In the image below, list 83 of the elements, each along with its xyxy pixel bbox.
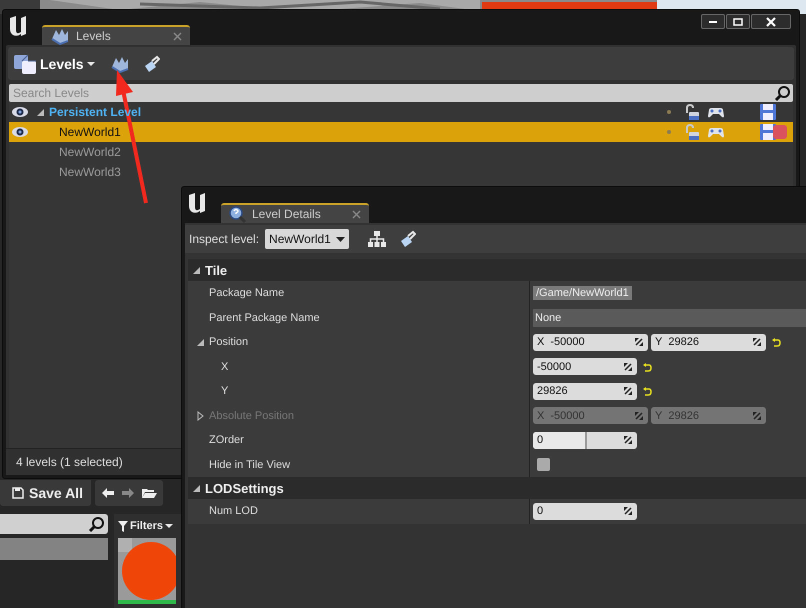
reset-arrow-icon[interactable] — [642, 362, 652, 372]
property-label: Absolute Position — [209, 410, 294, 422]
collapse-triangle-icon[interactable] — [196, 338, 205, 347]
close-icon — [766, 16, 776, 26]
property-label: ZOrder — [209, 434, 244, 446]
resize-handle-icon[interactable] — [623, 386, 633, 396]
number-field: Y 29826 — [651, 407, 766, 424]
level-row[interactable]: NewWorld1 — [9, 122, 793, 142]
hierarchy-icon[interactable] — [368, 231, 386, 247]
number-field[interactable]: -50000 — [533, 358, 637, 376]
cubes-icon — [13, 52, 37, 76]
search-field[interactable] — [0, 514, 108, 534]
dot-icon — [667, 110, 671, 114]
forward-arrow-icon[interactable] — [120, 487, 135, 499]
logo-icon — [7, 14, 29, 38]
search-icon[interactable] — [88, 516, 104, 532]
category-header[interactable]: Tile — [188, 259, 806, 281]
resize-handle-icon[interactable] — [752, 337, 762, 348]
number-field[interactable]: Y 29826 — [651, 334, 766, 351]
property-label: Parent Package Name — [209, 312, 320, 324]
minimize-button[interactable] — [701, 14, 725, 29]
collapse-triangle-icon — [192, 484, 201, 492]
filters-button[interactable]: Filters — [118, 518, 174, 534]
close-button[interactable] — [751, 14, 791, 29]
level-row[interactable]: NewWorld3 — [9, 162, 793, 182]
lock-icon[interactable] — [685, 104, 701, 120]
readonly-value: /Game/NewWorld1 — [533, 286, 632, 300]
inspect-label: Inspect level: — [189, 232, 260, 246]
property-label: Hide in Tile View — [209, 458, 290, 471]
resize-handle-icon[interactable] — [623, 435, 633, 446]
number-field[interactable]: X -50000 — [533, 334, 648, 351]
levels-icon — [50, 27, 70, 45]
levels-icon[interactable] — [110, 54, 130, 72]
gamepad-icon[interactable] — [707, 106, 725, 118]
dot-icon — [667, 130, 671, 134]
maximize-icon — [733, 16, 743, 26]
save-all-button[interactable]: Save All — [0, 480, 91, 506]
levels-menu[interactable]: Levels — [13, 52, 95, 76]
level-row[interactable]: NewWorld2 — [9, 142, 793, 162]
save-icon[interactable] — [759, 103, 777, 121]
sphere-thumbnail[interactable] — [118, 538, 176, 604]
checkbox[interactable] — [537, 458, 550, 472]
reset-arrow-icon[interactable] — [642, 386, 652, 396]
reset-arrow-icon[interactable] — [771, 337, 781, 348]
level-dropdown[interactable]: NewWorld1 — [265, 229, 349, 249]
caret-icon — [165, 524, 174, 528]
level-details-tab[interactable]: Level Details — [221, 203, 369, 223]
level-name: NewWorld2 — [58, 145, 121, 159]
expand-triangle-icon[interactable] — [36, 108, 44, 116]
property-label: Package Name — [209, 287, 284, 300]
color-swatch[interactable] — [773, 125, 787, 139]
caret-icon — [86, 62, 95, 66]
property-label: Num LOD — [209, 505, 258, 518]
funnel-icon — [118, 520, 128, 532]
resize-handle-icon[interactable] — [634, 337, 644, 348]
category-header[interactable]: LODSettings — [188, 477, 806, 499]
text-field[interactable]: None — [533, 308, 806, 327]
maximize-button[interactable] — [726, 14, 750, 29]
number-field: X -50000 — [533, 407, 648, 424]
search-field[interactable]: Search Levels — [9, 84, 793, 102]
close-icon[interactable] — [352, 210, 361, 218]
levels-tab[interactable]: Levels — [42, 25, 190, 45]
resize-handle-icon[interactable] — [623, 362, 633, 372]
slider-field[interactable]: 0 — [533, 432, 637, 449]
property-label: Position — [209, 336, 248, 348]
eye-icon[interactable] — [11, 106, 29, 118]
minimize-icon — [709, 20, 717, 22]
back-arrow-icon[interactable] — [100, 487, 115, 499]
property-label: Y — [221, 385, 228, 398]
search-icon[interactable] — [774, 85, 790, 101]
resize-handle-icon[interactable] — [623, 506, 633, 516]
caret-icon — [336, 236, 345, 242]
level-name: NewWorld3 — [58, 165, 121, 179]
property-label: X — [221, 360, 228, 373]
level-name: NewWorld1 — [58, 125, 121, 139]
save-icon — [12, 487, 24, 499]
logo-icon — [186, 191, 208, 215]
close-icon[interactable] — [173, 32, 182, 40]
collapse-triangle-icon — [192, 266, 201, 274]
folder-icon[interactable] — [140, 487, 157, 499]
number-field[interactable]: 29826 — [533, 382, 637, 400]
eye-icon[interactable] — [11, 126, 29, 138]
number-field[interactable]: 0 — [533, 502, 637, 520]
